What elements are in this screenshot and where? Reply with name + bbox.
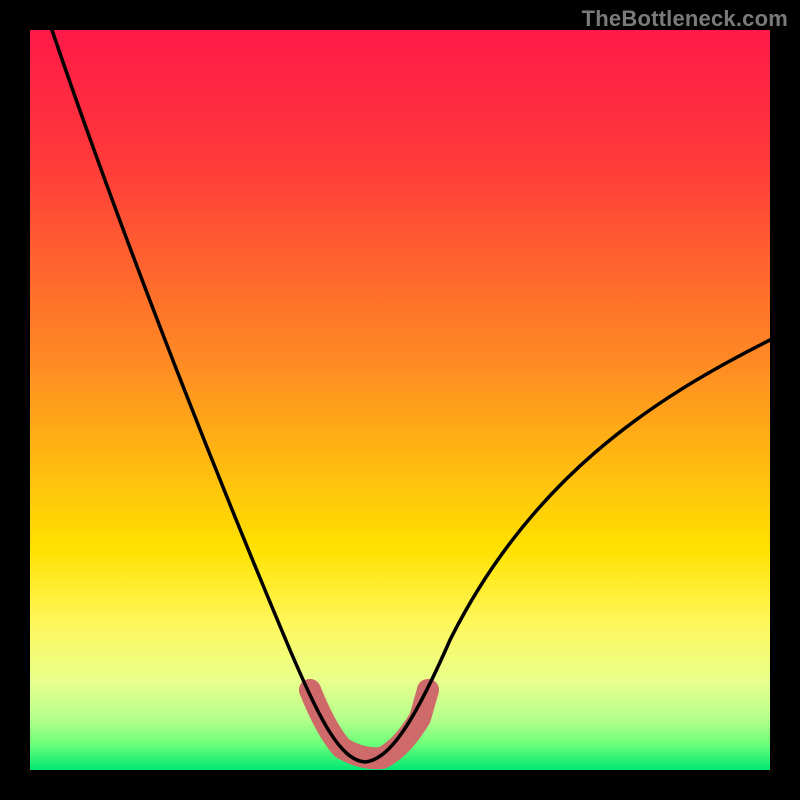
chart-frame: TheBottleneck.com [0,0,800,800]
watermark: TheBottleneck.com [582,6,788,32]
plot-area [30,30,770,770]
plot-svg [30,30,770,770]
gradient-bg [30,30,770,770]
